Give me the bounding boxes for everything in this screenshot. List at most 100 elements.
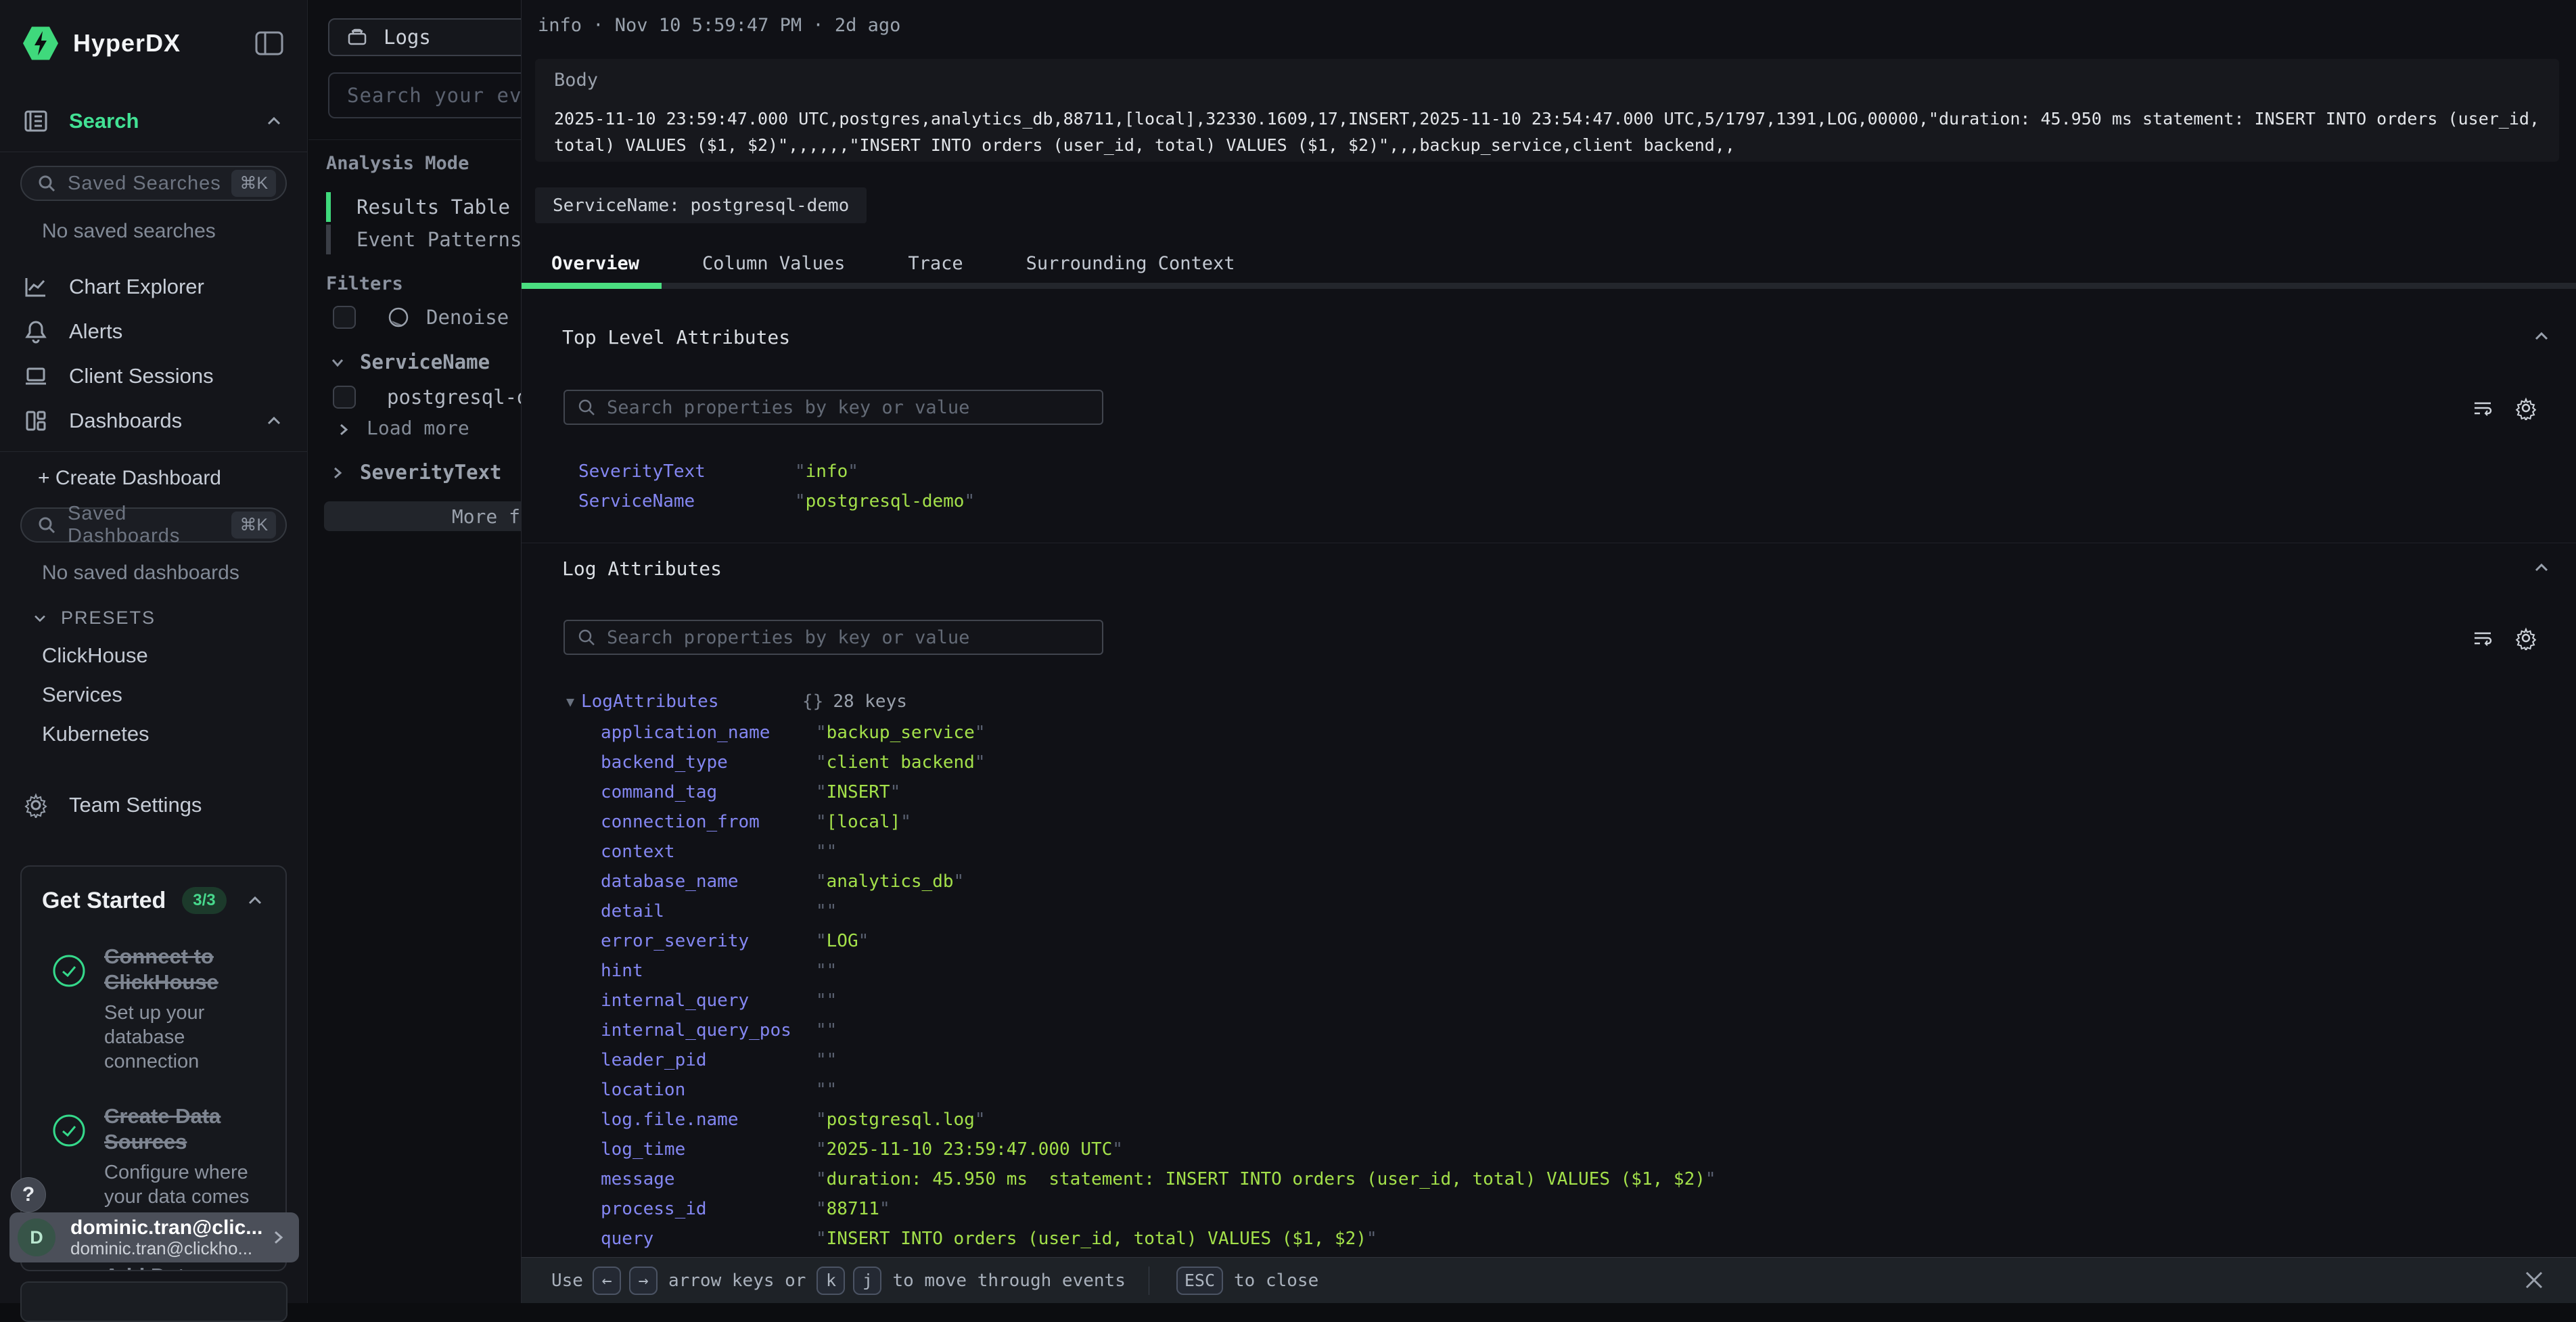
attribute-key[interactable]: leader_pid xyxy=(601,1050,816,1070)
attribute-key[interactable]: ServiceName xyxy=(578,491,795,511)
presets-toggle[interactable]: PRESETS xyxy=(31,608,307,629)
preset-item[interactable]: Services xyxy=(42,683,307,707)
attribute-row[interactable]: context xyxy=(522,837,2576,867)
attribute-value[interactable]: 2025-11-10 23:59:47.000 UTC xyxy=(816,1139,2576,1160)
sidebar-item-search[interactable]: Search xyxy=(0,106,307,137)
attribute-row[interactable]: command_tag INSERT xyxy=(522,777,2576,807)
attribute-key[interactable]: context xyxy=(601,842,816,862)
attribute-value[interactable]: analytics_db xyxy=(816,871,2576,892)
service-checkbox[interactable] xyxy=(333,386,356,409)
get-started-step[interactable]: Connect to ClickHouse Set up your databa… xyxy=(42,944,265,1074)
attribute-row[interactable]: error_severity LOG xyxy=(522,926,2576,956)
attribute-value[interactable]: backup_service xyxy=(816,723,2576,743)
saved-dashboards-input[interactable]: Saved Dashboards ⌘K xyxy=(20,507,287,543)
sidebar-item-team-settings[interactable]: Team Settings xyxy=(0,790,307,821)
attribute-key[interactable]: connection_from xyxy=(601,812,816,832)
attribute-key[interactable]: log_time xyxy=(601,1139,816,1160)
attribute-key[interactable]: message xyxy=(601,1169,816,1189)
get-started-step[interactable]: Add Data Start sending logs, metrics, or… xyxy=(42,1263,265,1271)
chevron-up-icon[interactable] xyxy=(264,411,284,431)
collapse-sidebar-icon[interactable] xyxy=(254,30,284,56)
attribute-key[interactable]: internal_query xyxy=(601,990,816,1011)
collapse-triangle-icon[interactable]: ▼ xyxy=(566,693,581,710)
wrap-lines-icon[interactable] xyxy=(2470,626,2495,650)
attribute-key[interactable]: process_id xyxy=(601,1199,816,1219)
attribute-key[interactable]: query xyxy=(601,1229,816,1249)
attribute-row[interactable]: ServiceName postgresql-demo xyxy=(522,486,2576,516)
attribute-row[interactable]: backend_type client backend xyxy=(522,748,2576,777)
attribute-value[interactable]: client backend xyxy=(816,752,2576,773)
create-dashboard-button[interactable]: + Create Dashboard xyxy=(0,463,307,494)
help-button[interactable]: ? xyxy=(11,1177,46,1212)
tab-column-values[interactable]: Column Values xyxy=(702,244,845,283)
attribute-key[interactable]: SeverityText xyxy=(578,461,795,482)
attribute-key[interactable]: error_severity xyxy=(601,931,816,951)
attribute-row[interactable]: application_name backup_service xyxy=(522,718,2576,748)
preset-item[interactable]: ClickHouse xyxy=(42,643,307,668)
attribute-value[interactable]: info xyxy=(795,461,2576,482)
attribute-row[interactable]: connection_from [local] xyxy=(522,807,2576,837)
attribute-row[interactable]: detail xyxy=(522,896,2576,926)
attribute-key[interactable]: internal_query_pos xyxy=(601,1020,816,1041)
attribute-row[interactable]: process_id 88711 xyxy=(522,1194,2576,1224)
top-level-search-input[interactable]: Search properties by key or value xyxy=(564,390,1103,425)
attribute-key[interactable]: application_name xyxy=(601,723,816,743)
attribute-value[interactable]: INSERT xyxy=(816,782,2576,802)
log-attributes-search-input[interactable]: Search properties by key or value xyxy=(564,620,1103,655)
attribute-key[interactable]: log.file.name xyxy=(601,1110,816,1130)
bottom-promo-card[interactable] xyxy=(20,1281,288,1322)
attribute-value[interactable]: [local] xyxy=(816,812,2576,832)
gear-icon[interactable] xyxy=(2514,396,2538,420)
severitytext-filter-group[interactable]: SeverityText xyxy=(329,461,502,484)
attribute-value[interactable] xyxy=(816,1050,2576,1070)
preset-item[interactable]: Kubernetes xyxy=(42,722,307,746)
chevron-up-icon[interactable] xyxy=(2531,326,2552,346)
attribute-row[interactable]: internal_query_pos xyxy=(522,1016,2576,1045)
attribute-value[interactable] xyxy=(816,842,2576,862)
attribute-row[interactable]: log_time 2025-11-10 23:59:47.000 UTC xyxy=(522,1135,2576,1164)
tab-overview[interactable]: Overview xyxy=(551,244,639,283)
attribute-key[interactable]: location xyxy=(601,1080,816,1100)
sidebar-item-alerts[interactable]: Alerts xyxy=(0,316,307,347)
attribute-key[interactable]: LogAttributes xyxy=(581,691,802,712)
attribute-key[interactable]: command_tag xyxy=(601,782,816,802)
attribute-value[interactable]: INSERT INTO orders (user_id, total) VALU… xyxy=(816,1229,2576,1249)
attribute-row[interactable]: SeverityText info xyxy=(522,457,2576,486)
attribute-value[interactable]: duration: 45.950 ms statement: INSERT IN… xyxy=(816,1169,2576,1189)
servicename-filter-group[interactable]: ServiceName xyxy=(329,350,490,373)
attribute-value[interactable]: LOG xyxy=(816,931,2576,951)
attribute-row[interactable]: leader_pid xyxy=(522,1045,2576,1075)
attribute-key[interactable]: database_name xyxy=(601,871,816,892)
body-text[interactable]: 2025-11-10 23:59:47.000 UTC,postgres,ana… xyxy=(554,106,2540,158)
wrap-lines-icon[interactable] xyxy=(2470,396,2495,420)
attribute-key[interactable]: hint xyxy=(601,961,816,981)
attribute-value[interactable] xyxy=(816,961,2576,981)
log-attributes-root-row[interactable]: ▼ LogAttributes {} 28 keys xyxy=(522,686,2576,717)
tab-surrounding-context[interactable]: Surrounding Context xyxy=(1026,244,1235,283)
saved-searches-input[interactable]: Saved Searches ⌘K xyxy=(20,166,287,201)
denoise-checkbox[interactable] xyxy=(333,306,356,329)
attribute-value[interactable]: postgresql.log xyxy=(816,1110,2576,1130)
attribute-value[interactable] xyxy=(816,1020,2576,1041)
sidebar-item-dashboards[interactable]: Dashboards xyxy=(0,405,307,436)
attribute-value[interactable]: postgresql-demo xyxy=(795,491,2576,511)
attribute-row[interactable]: database_name analytics_db xyxy=(522,867,2576,896)
user-menu[interactable]: D dominic.tran@clic... dominic.tran@clic… xyxy=(9,1212,299,1262)
chevron-up-icon[interactable] xyxy=(264,111,284,131)
attribute-value[interactable] xyxy=(816,990,2576,1011)
attribute-key[interactable]: backend_type xyxy=(601,752,816,773)
attribute-row[interactable]: internal_query xyxy=(522,986,2576,1016)
chevron-up-icon[interactable] xyxy=(2531,557,2552,578)
attribute-value[interactable]: 88711 xyxy=(816,1199,2576,1219)
tab-trace[interactable]: Trace xyxy=(908,244,963,283)
attribute-row[interactable]: message duration: 45.950 ms statement: I… xyxy=(522,1164,2576,1194)
attribute-key[interactable]: detail xyxy=(601,901,816,921)
gear-icon[interactable] xyxy=(2514,626,2538,650)
attribute-row[interactable]: hint xyxy=(522,956,2576,986)
sidebar-item-chart-explorer[interactable]: Chart Explorer xyxy=(0,271,307,302)
load-more-button[interactable]: Load more xyxy=(336,417,469,439)
close-icon[interactable] xyxy=(2519,1265,2549,1295)
attribute-value[interactable] xyxy=(816,901,2576,921)
service-name-tag[interactable]: ServiceName: postgresql-demo xyxy=(535,187,867,223)
attribute-row[interactable]: query INSERT INTO orders (user_id, total… xyxy=(522,1224,2576,1254)
